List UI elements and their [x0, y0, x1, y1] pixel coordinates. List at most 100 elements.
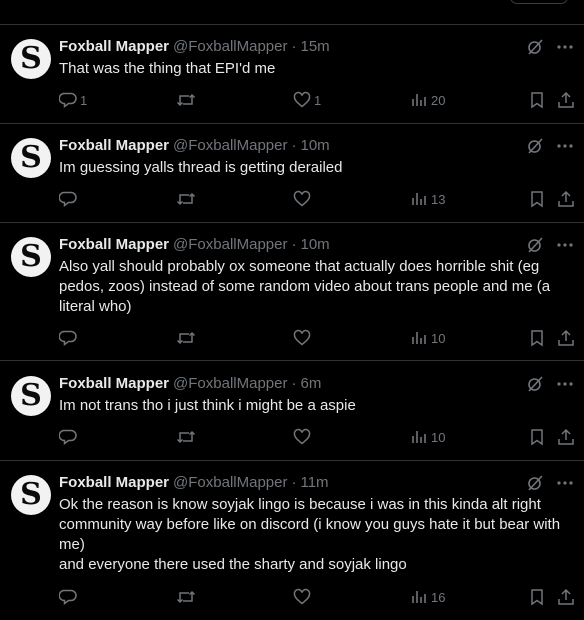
views-button[interactable]: 10 — [410, 428, 445, 446]
grok-icon[interactable] — [526, 38, 544, 56]
views-button[interactable]: 16 — [410, 588, 445, 606]
post-top-actions — [526, 137, 574, 155]
separator-dot: · — [291, 375, 297, 392]
share-icon — [558, 428, 574, 445]
like-button[interactable] — [293, 190, 314, 208]
user-handle[interactable]: @FoxballMapper — [173, 137, 287, 154]
like-button[interactable] — [293, 588, 314, 606]
share-icon — [558, 190, 574, 207]
timestamp[interactable]: 10m — [300, 137, 329, 154]
avatar[interactable]: S — [11, 237, 51, 277]
reply-button[interactable] — [59, 329, 80, 347]
views-icon — [412, 591, 426, 603]
like-button[interactable] — [293, 329, 314, 347]
share-button[interactable] — [557, 329, 575, 347]
like-button[interactable]: 1 — [293, 91, 321, 109]
bookmark-button[interactable] — [528, 190, 546, 208]
post-top-actions — [526, 474, 574, 492]
post[interactable]: S Foxball Mapper @FoxballMapper · 11m Ok th… — [0, 460, 584, 620]
top-button-edge[interactable] — [510, 0, 568, 4]
timestamp[interactable]: 10m — [300, 236, 329, 253]
separator-dot: · — [291, 474, 297, 491]
grok-icon[interactable] — [526, 474, 544, 492]
views-count: 16 — [431, 589, 446, 605]
post-text: Also yall should probably ox someone tha… — [59, 258, 551, 315]
views-button[interactable]: 13 — [410, 190, 445, 208]
views-button[interactable]: 20 — [410, 91, 445, 109]
reply-button[interactable] — [59, 190, 80, 208]
display-name[interactable]: Foxball Mapper — [59, 236, 169, 253]
repost-icon — [176, 430, 196, 444]
avatar[interactable]: S — [11, 39, 51, 79]
grok-icon[interactable] — [526, 137, 544, 155]
more-icon[interactable] — [556, 375, 574, 393]
reply-button[interactable] — [59, 428, 80, 446]
post-actions: 1 1 20 — [59, 91, 579, 111]
like-icon — [293, 329, 311, 346]
like-button[interactable] — [293, 428, 314, 446]
post-top-actions — [526, 38, 574, 56]
user-handle[interactable]: @FoxballMapper — [173, 375, 287, 392]
share-icon — [558, 329, 574, 346]
user-handle[interactable]: @FoxballMapper — [173, 236, 287, 253]
repost-button[interactable] — [176, 428, 199, 446]
post-top-actions — [526, 236, 574, 254]
timestamp[interactable]: 15m — [300, 38, 329, 55]
bookmark-button[interactable] — [528, 428, 546, 446]
top-divider — [0, 0, 584, 25]
post-actions: 10 — [59, 428, 579, 448]
user-handle[interactable]: @FoxballMapper — [173, 38, 287, 55]
more-icon[interactable] — [556, 38, 574, 56]
reply-button[interactable]: 1 — [59, 91, 87, 109]
avatar[interactable]: S — [11, 376, 51, 416]
post[interactable]: S Foxball Mapper @FoxballMapper · 10m Also … — [0, 222, 584, 361]
reply-icon — [59, 589, 77, 605]
timestamp[interactable]: 11m — [300, 474, 328, 491]
share-button[interactable] — [557, 588, 575, 606]
share-icon — [558, 91, 574, 108]
avatar[interactable]: S — [11, 475, 51, 515]
bookmark-button[interactable] — [528, 588, 546, 606]
post[interactable]: S Foxball Mapper @FoxballMapper · 15m That … — [0, 24, 584, 124]
repost-button[interactable] — [176, 91, 199, 109]
share-icon — [558, 588, 574, 605]
grok-icon[interactable] — [526, 375, 544, 393]
repost-icon — [176, 590, 196, 604]
more-icon[interactable] — [556, 137, 574, 155]
post-text: Im not trans tho i just think i might be… — [59, 397, 356, 414]
repost-button[interactable] — [176, 588, 199, 606]
bookmark-button[interactable] — [528, 329, 546, 347]
share-button[interactable] — [557, 91, 575, 109]
bookmark-button[interactable] — [528, 91, 546, 109]
reply-button[interactable] — [59, 588, 80, 606]
display-name[interactable]: Foxball Mapper — [59, 474, 169, 491]
post-text: Im guessing yalls thread is getting dera… — [59, 159, 343, 176]
share-button[interactable] — [557, 190, 575, 208]
post-header: Foxball Mapper @FoxballMapper · 11m — [59, 473, 329, 493]
repost-button[interactable] — [176, 190, 199, 208]
separator-dot: · — [291, 236, 297, 253]
user-handle[interactable]: @FoxballMapper — [173, 474, 287, 491]
avatar[interactable]: S — [11, 138, 51, 178]
views-icon — [412, 94, 426, 106]
display-name[interactable]: Foxball Mapper — [59, 375, 169, 392]
views-count: 13 — [431, 191, 446, 207]
views-button[interactable]: 10 — [410, 329, 445, 347]
grok-icon[interactable] — [526, 236, 544, 254]
post-actions: 13 — [59, 190, 579, 210]
more-icon[interactable] — [556, 236, 574, 254]
post[interactable]: S Foxball Mapper @FoxballMapper · 10m Im gu… — [0, 123, 584, 223]
post-top-actions — [526, 375, 574, 393]
like-icon — [293, 91, 311, 108]
separator-dot: · — [291, 137, 297, 154]
post[interactable]: S Foxball Mapper @FoxballMapper · 6m Im not… — [0, 361, 584, 461]
share-button[interactable] — [557, 428, 575, 446]
timestamp[interactable]: 6m — [300, 375, 321, 392]
display-name[interactable]: Foxball Mapper — [59, 137, 169, 154]
display-name[interactable]: Foxball Mapper — [59, 38, 169, 55]
bookmark-icon — [531, 429, 543, 446]
more-icon[interactable] — [556, 474, 574, 492]
repost-button[interactable] — [176, 329, 199, 347]
bookmark-icon — [531, 330, 543, 347]
post-actions: 10 — [59, 329, 579, 349]
